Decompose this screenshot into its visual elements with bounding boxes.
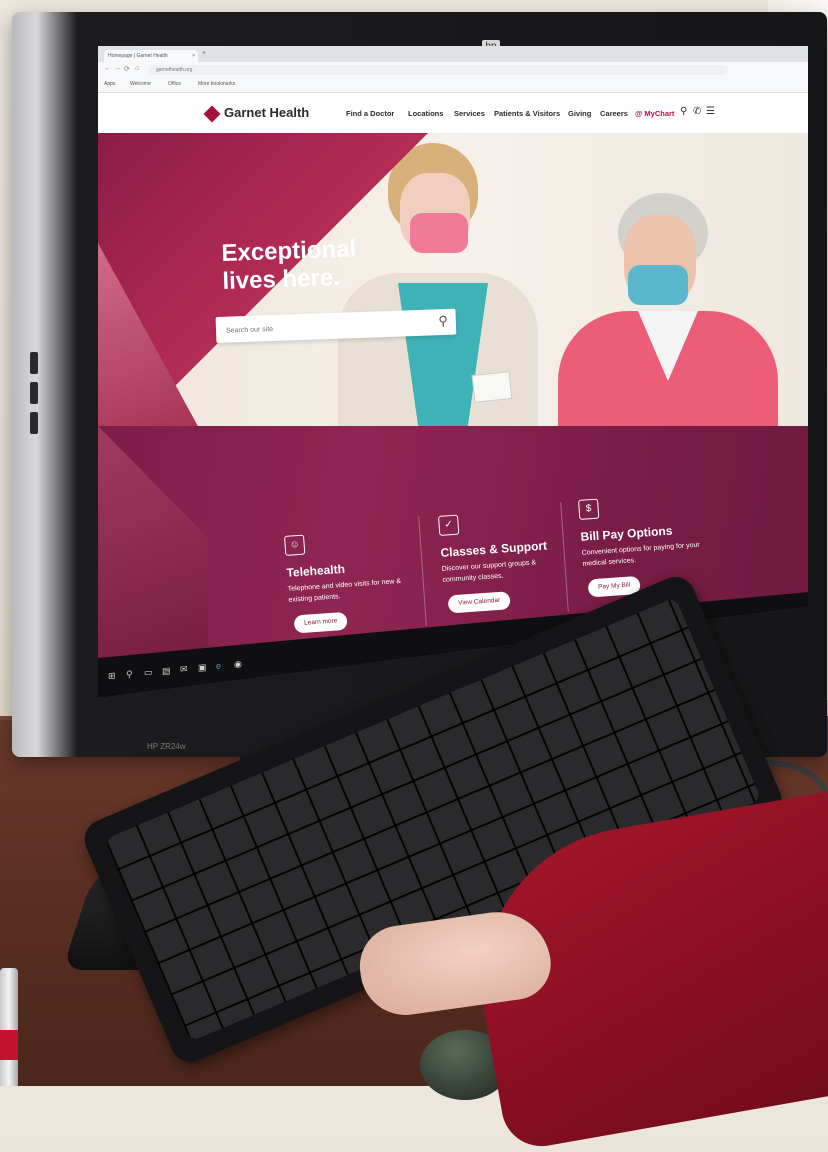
card-divider [560,502,569,612]
address-bar-row: ← → ⟳ ⌂ garnethealth.org [98,62,808,78]
taskbar-search-icon[interactable]: ⚲ [126,669,133,681]
card-divider [418,516,427,626]
browser-tab-strip: Homepage | Garnet Health × + [98,46,808,62]
task-view-icon[interactable]: ▭ [144,667,153,679]
reload-icon[interactable]: ⟳ [124,65,130,73]
screen: Homepage | Garnet Health × + ← → ⟳ ⌂ gar… [98,46,808,698]
mail-icon[interactable]: ✉ [180,664,188,676]
back-icon[interactable]: ← [104,65,111,72]
drink-can-label [0,1030,18,1060]
search-icon[interactable]: ⚲ [438,313,448,329]
card-title: Bill Pay Options [580,523,673,544]
hero-photo-patient [558,193,778,463]
nav-careers[interactable]: Careers [600,109,628,118]
bookmark-item[interactable]: Office [168,81,181,87]
drink-can [0,968,18,1086]
calendar-check-icon: ✓ [438,514,460,536]
tab-title: Homepage | Garnet Health [108,53,168,59]
learn-more-button[interactable]: Learn more [293,611,348,634]
hero-title-line: lives here. [222,263,341,295]
windows-start-icon[interactable]: ⊞ [108,670,116,682]
site-header: Garnet Health Find a Doctor Locations Se… [98,93,808,133]
card-description: Convenient options for paying for your m… [581,541,700,568]
bookmarks-bar: Apps Welcome Office More bookmarks [98,78,808,93]
telehealth-icon: ☺ [284,534,306,556]
nav-find-a-doctor[interactable]: Find a Doctor [346,109,394,118]
hero-search-input[interactable] [223,315,429,339]
bill-icon: $ [578,498,600,520]
browser-window: Homepage | Garnet Health × + ← → ⟳ ⌂ gar… [98,46,808,698]
store-icon[interactable]: ▣ [198,662,207,674]
view-calendar-button[interactable]: View Calendar [447,591,511,614]
browser-tab[interactable]: Homepage | Garnet Health × [104,50,198,62]
address-bar[interactable]: garnethealth.org [148,65,728,75]
menu-icon[interactable]: ☰ [706,106,715,117]
chrome-icon[interactable]: ◉ [234,659,242,671]
close-tab-icon[interactable]: × [192,50,195,62]
forward-icon[interactable]: → [114,65,121,72]
nav-services[interactable]: Services [454,109,485,118]
hero-title: Exceptional lives here. [221,235,358,296]
new-tab-icon[interactable]: + [202,50,206,57]
hero-banner: Exceptional lives here. ⚲ [98,133,808,463]
bookmark-item[interactable]: More bookmarks [198,81,235,87]
card-description: Telephone and video visits for new & exi… [287,577,402,604]
card-title: Telehealth [286,561,346,580]
bookmark-item[interactable]: Apps [104,81,115,87]
edge-icon[interactable]: e [216,661,221,671]
monitor-side-buttons [30,352,40,442]
nav-patients-visitors[interactable]: Patients & Visitors [494,109,560,118]
card-description: Discover our support groups & community … [441,559,537,584]
file-explorer-icon[interactable]: ▤ [162,665,171,677]
bookmark-item[interactable]: Welcome [130,81,151,87]
nav-locations[interactable]: Locations [408,109,443,118]
nav-giving[interactable]: Giving [568,109,591,118]
site-logo-text[interactable]: Garnet Health [224,105,309,120]
nav-mychart[interactable]: @ MyChart [635,109,674,118]
garnet-logo-icon[interactable] [203,105,221,123]
phone-icon[interactable]: ✆ [693,106,701,117]
monitor-model-label: HP ZR24w [147,742,186,751]
home-icon[interactable]: ⌂ [135,65,139,72]
search-icon[interactable]: ⚲ [680,106,687,117]
